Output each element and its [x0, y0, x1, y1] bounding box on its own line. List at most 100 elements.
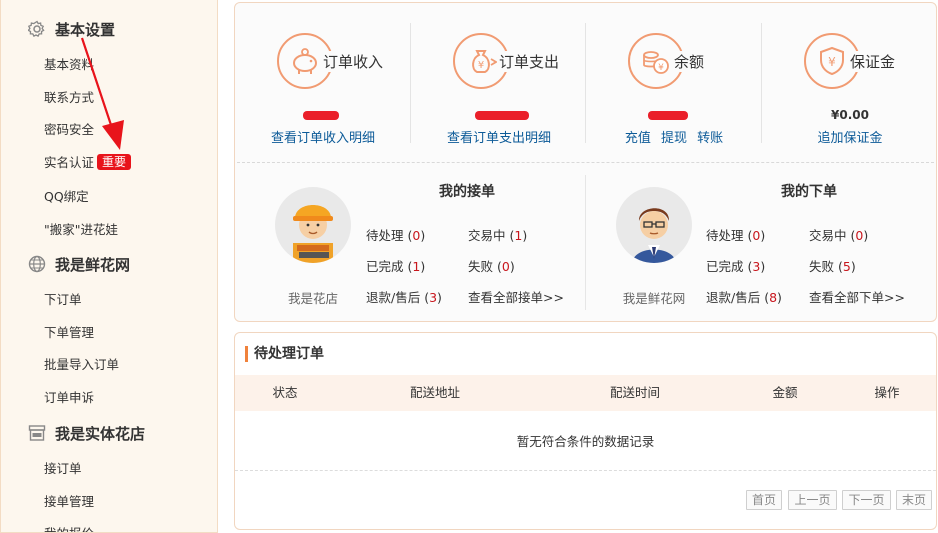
- stat-links: 查看订单收入明细: [235, 127, 411, 146]
- cell-label: 退款/售后: [366, 290, 421, 305]
- section-title: 我是鲜花网: [55, 255, 131, 274]
- cell-label: 退款/售后: [706, 290, 761, 305]
- cell-count: 3: [429, 290, 438, 305]
- flower-site-avatar: [616, 187, 692, 263]
- sidebar-item-qq[interactable]: QQ绑定: [44, 187, 89, 207]
- svg-text:¥: ¥: [828, 55, 836, 69]
- sidebar-item-order-manage[interactable]: 下单管理: [44, 323, 94, 343]
- stat-deposit: ¥ 保证金 ¥0.00 追加保证金: [762, 3, 938, 163]
- view-all-received-link[interactable]: 查看全部接单>>: [468, 287, 564, 306]
- table-header: 状态 配送地址 配送时间 金额 操作: [235, 375, 936, 411]
- cell-count: 0: [501, 259, 510, 274]
- gear-icon: [27, 19, 47, 39]
- expense-detail-link[interactable]: 查看订单支出明细: [447, 131, 551, 146]
- withdraw-link[interactable]: 提现: [661, 131, 687, 146]
- block-title: 我的下单: [781, 184, 837, 200]
- transfer-link[interactable]: 转账: [697, 131, 723, 146]
- cell-label: 交易中: [468, 228, 506, 243]
- stat-title: 订单收入: [321, 51, 386, 72]
- place-pending-link[interactable]: 待处理 (0): [706, 225, 765, 244]
- pending-orders-panel: 待处理订单 状态 配送地址 配送时间 金额 操作 暂无符合条件的数据记录 首页 …: [234, 332, 937, 530]
- divider: [235, 470, 936, 471]
- cell-label: 已完成: [706, 259, 744, 274]
- account-overview-panel: 订单收入 查看订单收入明细 ¥ 订单支出 查看订单支出明细 ¥ 余额 充值 提现…: [234, 2, 937, 322]
- receive-refund-link[interactable]: 退款/售后 (3): [366, 287, 442, 306]
- place-refund-link[interactable]: 退款/售后 (8): [706, 287, 782, 306]
- stat-links: 充值 提现 转账: [586, 127, 762, 146]
- view-all-placed-link[interactable]: 查看全部下单>>: [809, 287, 905, 306]
- cell-count: 1: [412, 259, 421, 274]
- sidebar-item-accept-manage[interactable]: 接单管理: [44, 492, 94, 512]
- redaction-mark: [303, 111, 339, 120]
- column-header-actions: 操作: [874, 385, 900, 400]
- cell-label: 待处理: [706, 228, 744, 243]
- receive-trading-link[interactable]: 交易中 (1): [468, 225, 527, 244]
- sidebar-item-appeal[interactable]: 订单申诉: [44, 388, 94, 408]
- receive-done-link[interactable]: 已完成 (1): [366, 256, 425, 275]
- cell-count: 1: [514, 228, 523, 243]
- cell-label: 失败: [809, 259, 835, 274]
- cell-count: 5: [842, 259, 851, 274]
- sidebar-item-batch-import[interactable]: 批量导入订单: [44, 355, 119, 375]
- stat-links: 追加保证金: [762, 127, 938, 146]
- annotation-arrow: [80, 37, 124, 150]
- panel-title: 待处理订单: [245, 346, 324, 362]
- prev-page-button[interactable]: 上一页: [788, 490, 837, 510]
- cell-count: 0: [412, 228, 421, 243]
- cell-count: 8: [769, 290, 778, 305]
- column-header-status: 状态: [272, 385, 298, 400]
- sidebar-item-real-name[interactable]: 实名认证 重要: [44, 153, 132, 173]
- receive-failed-link[interactable]: 失败 (0): [468, 256, 515, 275]
- cell-count: 0: [752, 228, 761, 243]
- my-received-orders: 我是花店 我的接单 待处理 (0) 交易中 (1) 已完成 (1) 失败 (0)…: [235, 163, 585, 321]
- sidebar-item-my-quote[interactable]: 我的报价: [44, 524, 94, 532]
- stat-title: 订单支出: [497, 51, 562, 72]
- section-header-store[interactable]: 我是实体花店: [27, 421, 145, 445]
- column-header-address: 配送地址: [409, 385, 460, 400]
- role-label: 我是鲜花网: [622, 291, 686, 306]
- last-page-button[interactable]: 末页: [896, 490, 932, 510]
- sidebar-item-move[interactable]: "搬家"进花娃: [44, 220, 118, 240]
- column-header-time: 配送时间: [609, 385, 660, 400]
- receive-pending-link[interactable]: 待处理 (0): [366, 225, 425, 244]
- cell-label: 交易中: [809, 228, 847, 243]
- place-trading-link[interactable]: 交易中 (0): [809, 225, 868, 244]
- redaction-mark: [475, 111, 529, 120]
- stat-title: 保证金: [848, 51, 898, 72]
- place-done-link[interactable]: 已完成 (3): [706, 256, 765, 275]
- cell-label: 已完成: [366, 259, 404, 274]
- add-deposit-link[interactable]: 追加保证金: [817, 131, 882, 146]
- stat-balance: ¥ 余额 充值 提现 转账: [586, 3, 762, 163]
- first-page-button[interactable]: 首页: [746, 490, 782, 510]
- cell-count: 0: [855, 228, 864, 243]
- sidebar-item-place-order[interactable]: 下订单: [44, 290, 82, 310]
- svg-text:¥: ¥: [478, 60, 484, 71]
- role-label: 我是花店: [287, 291, 338, 306]
- sidebar-item-accept-order[interactable]: 接订单: [44, 459, 82, 479]
- cell-label: 待处理: [366, 228, 404, 243]
- sidebar-item-label: 实名认证: [44, 155, 95, 170]
- empty-state-text: 暂无符合条件的数据记录: [516, 434, 655, 449]
- block-title: 我的接单: [439, 184, 495, 200]
- important-badge: 重要: [97, 154, 132, 170]
- florist-avatar: [275, 187, 351, 263]
- cell-label: 失败: [468, 259, 494, 274]
- my-placed-orders: 我是鲜花网 我的下单 待处理 (0) 交易中 (0) 已完成 (3) 失败 (5…: [586, 163, 936, 321]
- svg-text:¥: ¥: [658, 63, 664, 73]
- section-title: 我是实体花店: [55, 424, 146, 443]
- income-detail-link[interactable]: 查看订单收入明细: [271, 131, 375, 146]
- deposit-amount: ¥0.00: [831, 108, 869, 122]
- stat-title: 余额: [672, 51, 707, 72]
- cell-count: 3: [752, 259, 761, 274]
- stat-order-expense: ¥ 订单支出 查看订单支出明细: [411, 3, 587, 163]
- column-header-amount: 金额: [772, 385, 798, 400]
- place-failed-link[interactable]: 失败 (5): [809, 256, 856, 275]
- redaction-mark: [648, 111, 688, 120]
- stat-links: 查看订单支出明细: [411, 127, 587, 146]
- next-page-button[interactable]: 下一页: [842, 490, 891, 510]
- globe-icon: [27, 254, 47, 274]
- recharge-link[interactable]: 充值: [625, 131, 651, 146]
- store-icon: [27, 423, 47, 443]
- section-header-flower-site[interactable]: 我是鲜花网: [27, 252, 130, 276]
- stat-order-income: 订单收入 查看订单收入明细: [235, 3, 411, 163]
